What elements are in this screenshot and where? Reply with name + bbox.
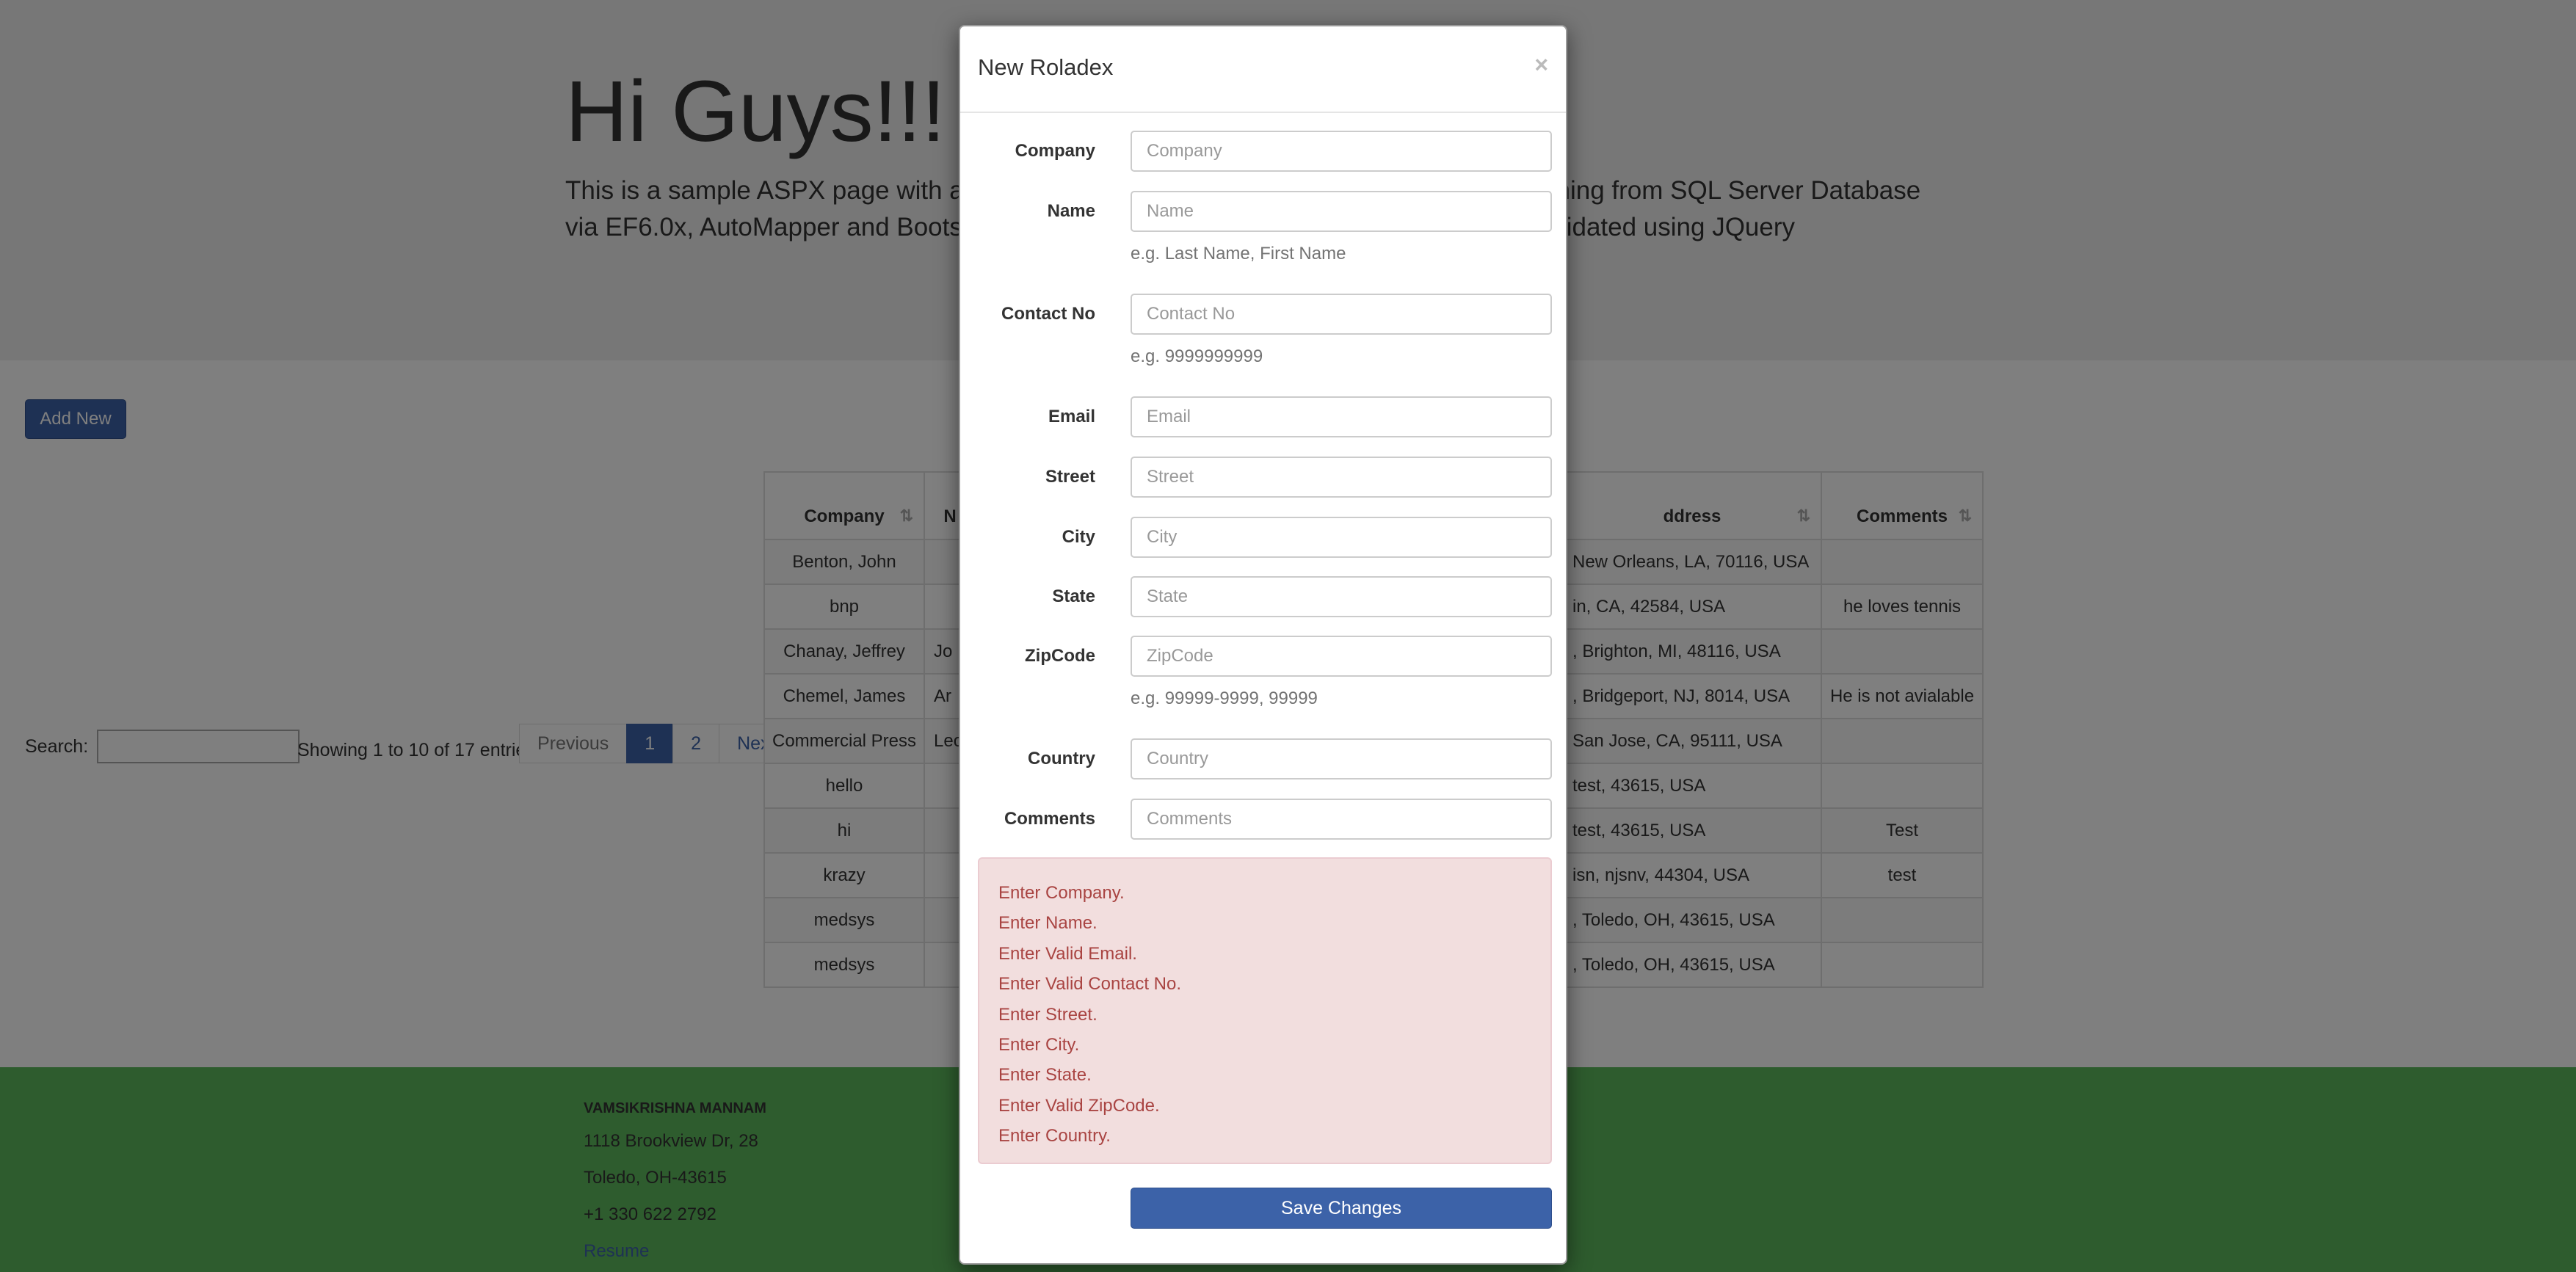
- city-label: City: [1062, 527, 1095, 547]
- contact-no-label: Contact No: [1001, 304, 1095, 324]
- city-input[interactable]: [1131, 517, 1552, 558]
- error-city: Enter City.: [998, 1034, 1080, 1055]
- comments-label: Comments: [1004, 809, 1095, 829]
- contact-no-help-text: e.g. 9999999999: [1131, 346, 1263, 366]
- error-company: Enter Company.: [998, 883, 1125, 903]
- modal-title: New Roladex: [978, 54, 1114, 80]
- error-street: Enter Street.: [998, 1004, 1097, 1025]
- close-icon[interactable]: ×: [1534, 51, 1548, 79]
- save-changes-button[interactable]: Save Changes: [1131, 1188, 1552, 1229]
- error-contact-no: Enter Valid Contact No.: [998, 974, 1182, 995]
- error-email: Enter Valid Email.: [998, 943, 1137, 964]
- email-input[interactable]: [1131, 396, 1552, 437]
- error-name: Enter Name.: [998, 913, 1097, 934]
- street-input[interactable]: [1131, 457, 1552, 498]
- name-help-text: e.g. Last Name, First Name: [1131, 244, 1346, 264]
- zipcode-label: ZipCode: [1025, 646, 1095, 666]
- comments-input[interactable]: [1131, 799, 1552, 840]
- zipcode-input[interactable]: [1131, 636, 1552, 677]
- name-label: Name: [1047, 201, 1095, 221]
- modal-header: New Roladex ×: [960, 26, 1566, 113]
- state-input[interactable]: [1131, 576, 1552, 617]
- zipcode-help-text: e.g. 99999-9999, 99999: [1131, 688, 1318, 708]
- error-country: Enter Country.: [998, 1126, 1111, 1146]
- street-label: Street: [1045, 467, 1095, 487]
- new-roladex-modal: New Roladex × Company Name e.g. Last Name,…: [959, 25, 1567, 1265]
- contact-no-input[interactable]: [1131, 294, 1552, 335]
- email-label: Email: [1048, 407, 1095, 426]
- error-state: Enter State.: [998, 1065, 1092, 1086]
- company-input[interactable]: [1131, 131, 1552, 172]
- state-label: State: [1052, 586, 1095, 606]
- error-zipcode: Enter Valid ZipCode.: [998, 1095, 1160, 1116]
- country-label: Country: [1028, 749, 1095, 768]
- name-input[interactable]: [1131, 191, 1552, 232]
- country-input[interactable]: [1131, 738, 1552, 779]
- company-label: Company: [1015, 141, 1095, 161]
- validation-summary: Enter Company. Enter Name. Enter Valid E…: [978, 857, 1552, 1164]
